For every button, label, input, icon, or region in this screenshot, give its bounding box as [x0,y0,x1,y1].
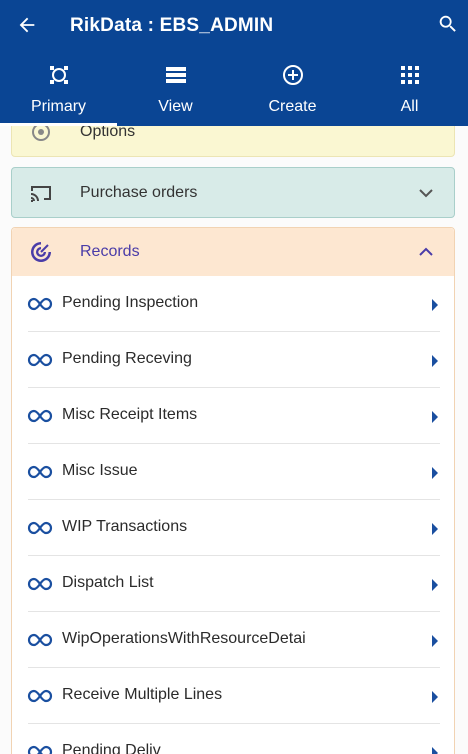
link-icon [27,521,53,535]
tab-primary-label: Primary [30,98,87,115]
list-item-label: Receive Multiple Lines [62,686,223,703]
list-item[interactable]: Receive Multiple Lines [12,668,454,724]
main-content: Options Purchase orders Records Pending … [0,126,468,754]
caret-right-icon [432,579,438,591]
list-item[interactable]: Misc Receipt Items [12,388,454,444]
link-icon [27,689,53,703]
list-view-icon [165,67,186,83]
list-item-label: Pending Receving [62,350,192,367]
link-icon [27,633,53,647]
chevron-down-icon [419,188,433,197]
page-title: RikData : EBS_ADMIN [70,15,274,36]
link-icon [27,745,53,754]
list-item-label: WipOperationsWithResourceDetai [62,630,306,647]
radar-icon [31,242,51,262]
back-button[interactable] [14,12,40,38]
cast-icon [31,185,51,202]
list-item-label: Misc Issue [62,462,138,479]
link-icon [27,577,53,591]
list-item[interactable]: Pending Receving [12,332,454,388]
list-item-label: Dispatch List [62,574,154,591]
link-icon [27,353,53,367]
list-item-label: Misc Receipt Items [62,406,198,423]
list-item-label: Pending Inspection [62,294,199,311]
list-item[interactable]: Pending Deliv [12,724,454,754]
records-section: Records Pending Inspection Pending Recev… [11,227,455,754]
tab-view-label: View [158,98,193,115]
records-label: Records [80,243,140,260]
tab-create[interactable]: Create [234,56,351,126]
caret-right-icon [432,355,438,367]
tab-primary[interactable]: Primary [0,56,117,126]
link-icon [27,409,53,423]
list-item[interactable]: Misc Issue [12,444,454,500]
chevron-up-icon [419,247,433,256]
caret-right-icon [432,467,438,479]
search-button[interactable] [436,12,460,36]
caret-right-icon [432,691,438,703]
grid-icon [400,66,419,84]
tab-create-label: Create [268,98,317,115]
list-item-label: WIP Transactions [62,518,188,535]
primary-icon [49,66,68,84]
purchase-orders-label: Purchase orders [80,183,198,201]
tab-view[interactable]: View [117,56,234,126]
arrow-left-icon [19,17,35,33]
tab-bar: Primary View Create All [0,56,468,126]
tab-all-label: All [400,98,419,115]
tab-all[interactable]: All [351,56,468,126]
options-section: Options [11,126,455,157]
link-icon [27,465,53,479]
search-icon [439,15,456,32]
options-label: Options [80,126,136,140]
caret-right-icon [432,635,438,647]
caret-right-icon [432,299,438,311]
list-item[interactable]: Pending Inspection [12,276,454,332]
records-header[interactable]: Records [12,228,454,276]
purchase-orders-header[interactable]: Purchase orders [12,168,454,217]
list-item[interactable]: WIP Transactions [12,500,454,556]
options-icon [32,126,50,141]
caret-right-icon [432,523,438,535]
list-item-label: Pending Deliv [62,742,161,754]
link-icon [27,297,53,311]
plus-circle-icon [282,65,303,85]
purchase-orders-section: Purchase orders [11,167,455,218]
list-item[interactable]: Dispatch List [12,556,454,612]
options-header[interactable]: Options [12,126,454,156]
top-bar: RikData : EBS_ADMIN [0,0,468,52]
app-bar: RikData : EBS_ADMIN Primary View Create … [0,0,468,126]
records-list: Pending Inspection Pending Receving Misc… [12,276,454,754]
list-item[interactable]: WipOperationsWithResourceDetai [12,612,454,668]
caret-right-icon [432,747,438,754]
caret-right-icon [432,411,438,423]
